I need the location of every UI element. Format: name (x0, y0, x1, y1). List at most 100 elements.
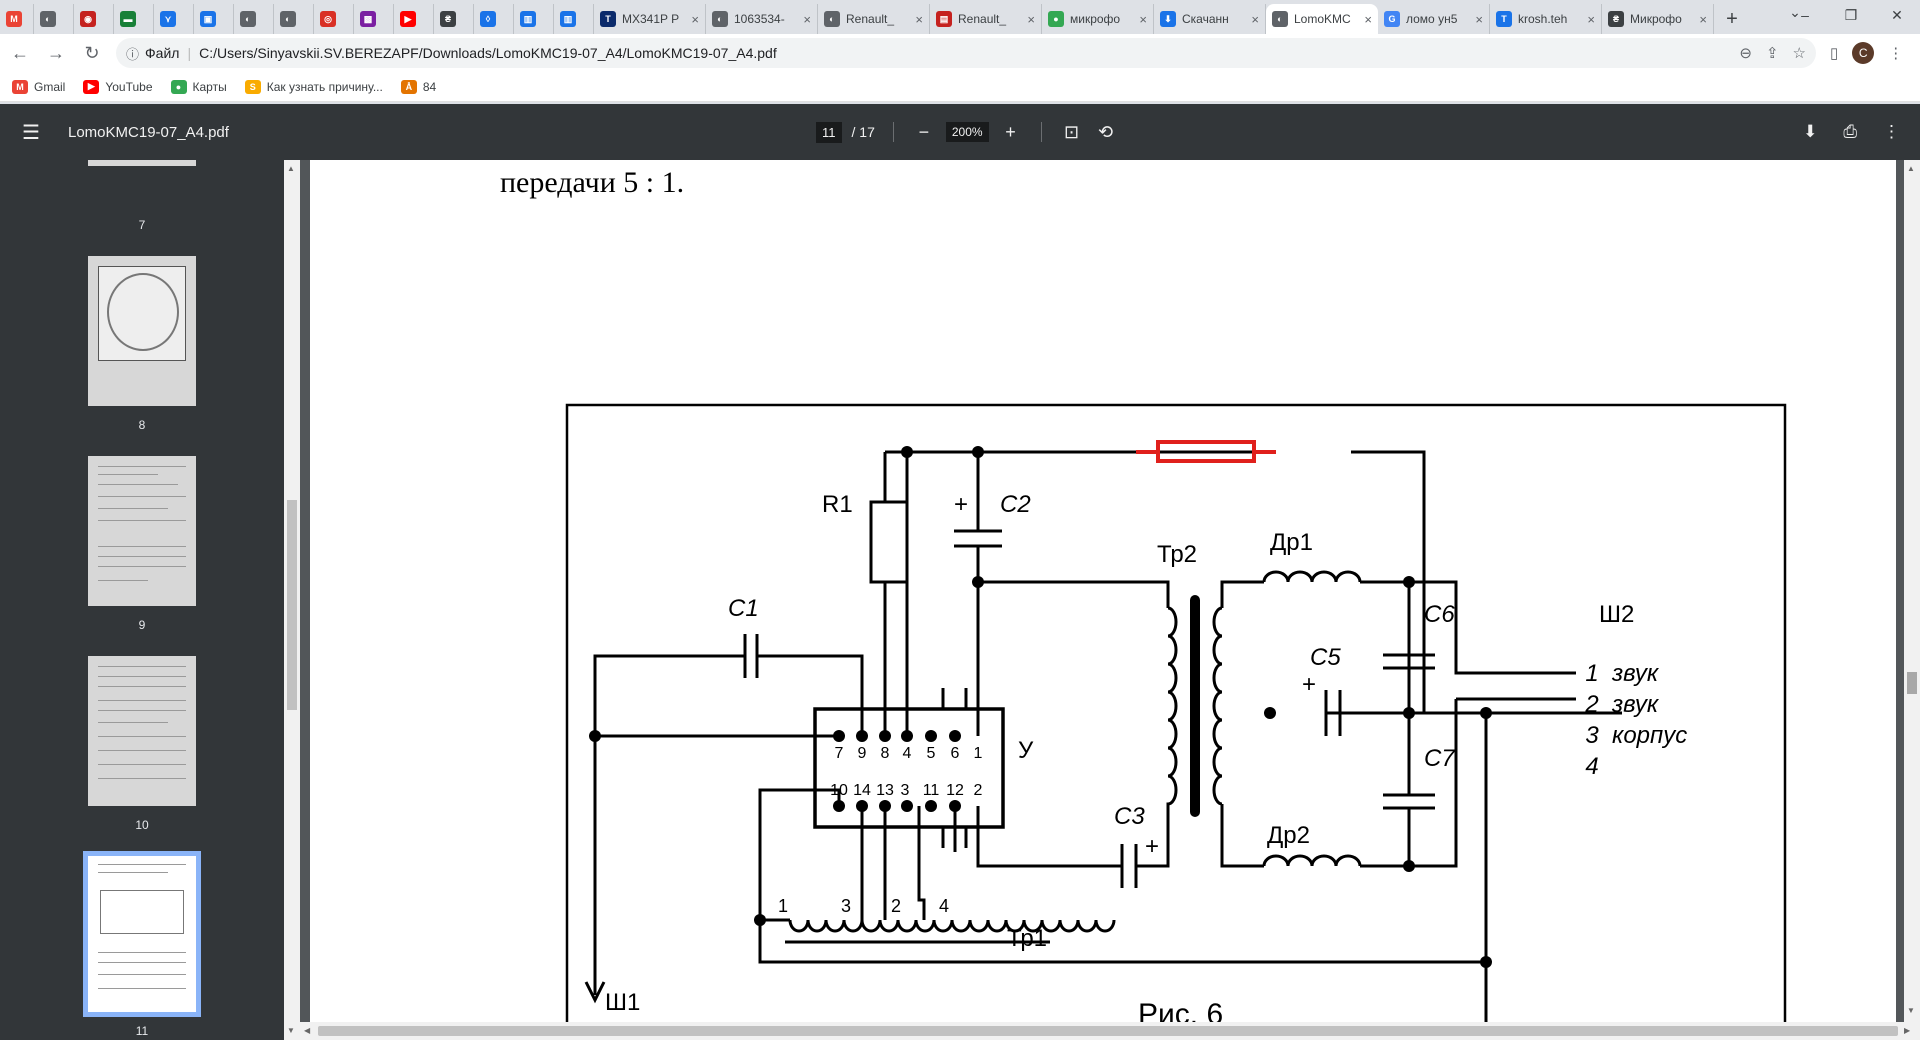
browser-tab[interactable]: ◐ 1063534- × (706, 4, 818, 34)
tab-favicon-icon: ◐ (712, 11, 728, 27)
bookmark-star-icon[interactable]: ☆ (1793, 44, 1806, 62)
tab-close-icon[interactable]: × (1139, 12, 1147, 27)
browser-tab[interactable]: Tkrosh.teh × (1490, 4, 1602, 34)
scroll-up-icon[interactable]: ▲ (287, 164, 295, 173)
inductor-dr1 (1262, 570, 1362, 583)
thumbnail-page-11[interactable] (83, 851, 201, 1017)
rotate-icon[interactable]: ⟲ (1094, 122, 1118, 143)
browser-tab[interactable]: ◐ (274, 4, 314, 34)
bookmark-item[interactable]: S Как узнать причину... (244, 79, 383, 94)
thumbnail-page-7[interactable] (88, 160, 196, 166)
browser-tab[interactable]: ₴ (434, 4, 474, 34)
tab-close-icon[interactable]: × (915, 12, 923, 27)
tab-close-icon[interactable]: × (1475, 12, 1483, 27)
zoom-in-icon[interactable]: + (999, 122, 1023, 143)
info-icon[interactable]: ⓘ (126, 44, 139, 63)
tab-close-icon[interactable]: × (1364, 12, 1372, 27)
bookmark-item[interactable]: Å 84 (400, 79, 436, 94)
reload-icon[interactable]: ↻ (76, 37, 108, 69)
label-c5: C5 (1310, 644, 1341, 671)
scroll-right-icon[interactable]: ▶ (1904, 1026, 1910, 1035)
browser-tab[interactable]: T MX341P P × (594, 4, 706, 34)
browser-tab[interactable]: ▥ (554, 4, 594, 34)
browser-tab[interactable]: ◎ (314, 4, 354, 34)
zoom-out-icon[interactable]: − (912, 122, 936, 143)
ic-pin-label: 11 (923, 782, 940, 799)
browser-tab[interactable]: ▣ (194, 4, 234, 34)
tab-title: krosh.teh (1518, 12, 1568, 26)
browser-tab[interactable]: ▩ (354, 4, 394, 34)
ic-pin-label: 12 (946, 782, 964, 799)
avatar[interactable]: С (1852, 42, 1875, 64)
browser-tab[interactable]: M (0, 4, 34, 34)
content-horizontal-scrollbar[interactable]: ◀ ▶ (300, 1022, 1920, 1040)
browser-tab[interactable]: ◉ (74, 4, 114, 34)
restore-icon[interactable]: ❐ (1828, 0, 1874, 30)
browser-tab[interactable]: Gломо ун5 × (1378, 4, 1490, 34)
scroll-left-icon[interactable]: ◀ (304, 1026, 310, 1035)
bookmark-label: Gmail (34, 79, 66, 94)
tab-close-icon[interactable]: × (803, 12, 811, 27)
browser-tab[interactable]: ⬇ Скачанн × (1154, 4, 1266, 34)
browser-tab[interactable]: ◊ (474, 4, 514, 34)
back-icon[interactable]: ← (4, 37, 36, 69)
zoom-input[interactable]: 200% (945, 122, 989, 142)
tab-close-icon[interactable]: × (1027, 12, 1035, 27)
bookmark-item[interactable]: ▶ YouTube (83, 79, 153, 94)
tab-close-icon[interactable]: × (1251, 12, 1259, 27)
browser-tab[interactable]: ◐ Renault_ × (818, 4, 930, 34)
zoom-icon[interactable]: ⊖ (1739, 44, 1752, 62)
browser-tab[interactable]: ◐ (234, 4, 274, 34)
tab-title: LomoKMC (1294, 12, 1351, 26)
tab-favicon-icon: ▣ (200, 11, 216, 27)
browser-tab[interactable]: ⋎ (154, 4, 194, 34)
browser-tab[interactable]: ◐ (34, 4, 74, 34)
wire (758, 788, 841, 922)
transformer-tr2-secondary (1212, 606, 1223, 806)
label-c1: C1 (728, 595, 759, 622)
thumb-line (98, 466, 186, 467)
thumbnail-sidebar: 7 8 9 10 11 (0, 160, 284, 1040)
bookmark-item[interactable]: ● Карты (170, 79, 227, 94)
pdf-more-icon[interactable]: ⋮ (1883, 122, 1900, 142)
more-menu-icon[interactable]: ⋮ (1888, 44, 1903, 62)
ic-pin-stubs-top (941, 688, 968, 709)
tab-strip: M ◐ ◉ ▬ ⋎ ▣ ◐ ◐ ◎ ▩ ▶ ₴ ◊ ▥ ▥ T MX341P P × ◐ 1063534- × ◐ Rena… (0, 0, 1920, 34)
thumb-line (98, 736, 186, 737)
fit-page-icon[interactable]: ⊡ (1060, 122, 1084, 143)
horizontal-scroll-thumb[interactable] (318, 1026, 1898, 1036)
browser-tab[interactable]: ▥ (514, 4, 554, 34)
content-vertical-scrollbar[interactable]: ▲ ▼ (1904, 160, 1920, 1022)
print-icon[interactable]: ⎙ (1843, 122, 1857, 142)
wire (978, 580, 1170, 608)
close-window-icon[interactable]: ✕ (1874, 0, 1920, 30)
browser-tab[interactable]: ● микрофо × (1042, 4, 1154, 34)
share-icon[interactable]: ⇪ (1766, 44, 1779, 62)
page-number-input[interactable]: 11 (816, 121, 842, 143)
browser-tab[interactable]: ₴ Микрофо × (1602, 4, 1714, 34)
sidebar-scrollbar[interactable]: ▲ ▼ (284, 160, 300, 1040)
menu-icon[interactable]: ☰ (22, 120, 46, 145)
new-tab-icon[interactable]: + (1714, 4, 1750, 34)
sidebar-scroll-thumb[interactable] (287, 500, 297, 710)
scroll-down-icon[interactable]: ▼ (1907, 1006, 1915, 1015)
tab-close-icon[interactable]: × (1699, 12, 1707, 27)
thumbnail-page-9[interactable] (88, 456, 196, 606)
browser-tab[interactable]: ▤ Renault_ × (930, 4, 1042, 34)
forward-icon[interactable]: → (40, 37, 72, 69)
thumbnail-page-8[interactable] (88, 256, 196, 406)
browser-tab[interactable]: ▬ (114, 4, 154, 34)
browser-tab[interactable]: ▶ (394, 4, 434, 34)
minimize-icon[interactable]: – (1782, 0, 1828, 30)
vertical-scroll-thumb[interactable] (1907, 672, 1917, 694)
browser-tab[interactable]: ◐ LomoKMC × (1266, 4, 1378, 34)
bookmark-item[interactable]: M Gmail (12, 79, 66, 94)
tab-close-icon[interactable]: × (691, 12, 699, 27)
download-icon[interactable]: ⬇ (1803, 122, 1817, 142)
side-panel-icon[interactable]: ▯ (1830, 44, 1838, 62)
address-bar[interactable]: ⓘ Файл | C:/Users/Sinyavskii.SV.BEREZAPF… (116, 38, 1816, 68)
scroll-down-icon[interactable]: ▼ (287, 1026, 295, 1035)
tab-close-icon[interactable]: × (1587, 12, 1595, 27)
thumbnail-page-10[interactable] (88, 656, 196, 806)
scroll-up-icon[interactable]: ▲ (1907, 164, 1915, 173)
